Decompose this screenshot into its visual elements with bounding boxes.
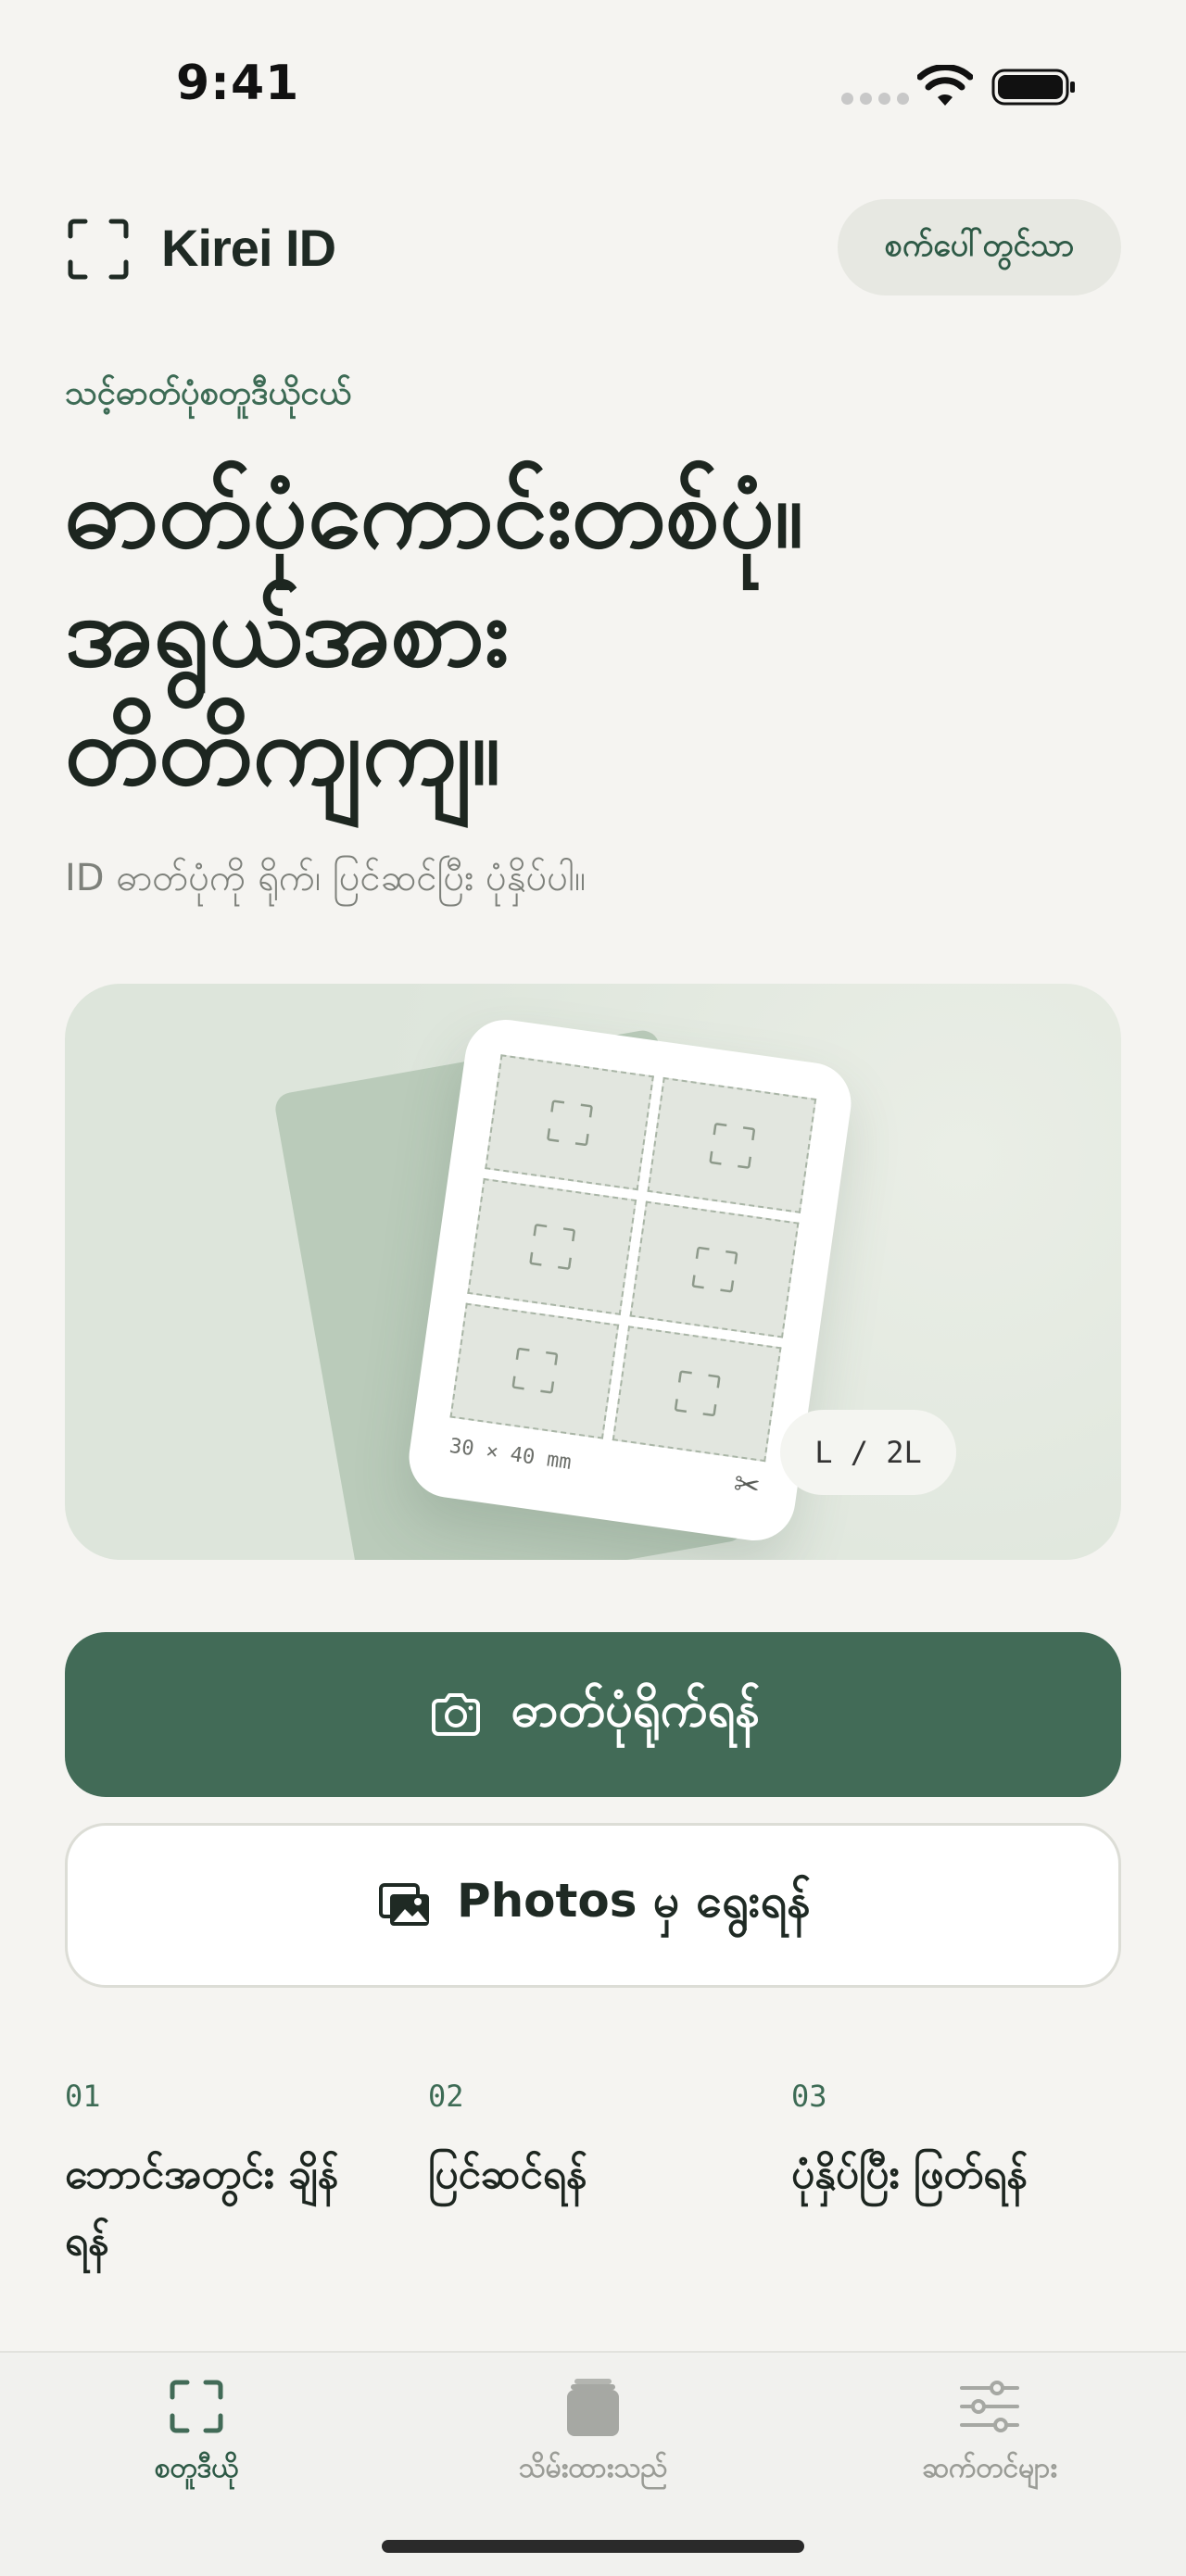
signal-icon bbox=[841, 93, 909, 105]
photo-cell bbox=[647, 1076, 817, 1214]
choose-from-photos-button[interactable]: Photos မှ ရွေးရန် bbox=[65, 1823, 1121, 1988]
step-label: ဘောင်အတွင်း ချိန်ရန် bbox=[65, 2151, 339, 2265]
frame-icon bbox=[691, 1246, 738, 1293]
take-photo-button[interactable]: ဓာတ်ပုံရိုက်ရန် bbox=[65, 1632, 1121, 1797]
frame-icon bbox=[546, 1100, 593, 1146]
size-badge: L / 2L bbox=[780, 1410, 956, 1495]
hero-title-line-1: ဓာတ်ပုံကောင်းတစ်ပုံ။ bbox=[65, 457, 804, 570]
frame-icon bbox=[68, 219, 129, 280]
app-title: Kirei ID bbox=[161, 219, 336, 277]
step-number: 02 bbox=[428, 2079, 464, 2114]
step-item: 01 ဘောင်အတွင်း ချိန်ရန် bbox=[65, 2079, 398, 2275]
tab-studio[interactable]: စတူဒီယို bbox=[57, 2371, 335, 2491]
step-item: 02 ပြင်ဆင်ရန် bbox=[428, 2079, 762, 2208]
status-bar: 9:41 bbox=[0, 0, 1186, 176]
eyebrow-text: သင့်ဓာတ်ပုံစတူဒီယိုငယ် bbox=[65, 374, 352, 412]
frame-icon bbox=[709, 1122, 755, 1169]
choose-from-photos-label: Photos မှ ရွေးရန် bbox=[456, 1873, 812, 1928]
photo-cell bbox=[467, 1178, 637, 1315]
steps-list: 01 ဘောင်အတွင်း ချိန်ရန် 02 ပြင်ဆင်ရန် 03… bbox=[65, 2079, 1121, 2301]
take-photo-label: ဓာတ်ပုံရိုက်ရန် bbox=[511, 1682, 761, 1738]
step-label: ပုံနှိပ်ပြီး ဖြတ်ရန် bbox=[791, 2151, 1028, 2198]
tab-saved-label: သိမ်းထားသည် bbox=[518, 2452, 668, 2484]
print-sheet-illustration: 30 × 40 mm ✂ L / 2L bbox=[65, 984, 1121, 1560]
tab-settings-label: ဆက်တင်များ bbox=[921, 2452, 1058, 2484]
hero-title: ဓာတ်ပုံကောင်းတစ်ပုံ။ အရွယ်အစား တိတိကျကျ။ bbox=[65, 454, 1103, 810]
step-number: 01 bbox=[65, 2079, 101, 2114]
on-device-button[interactable]: စက်ပေါ်တွင်သာ bbox=[838, 199, 1121, 295]
tab-saved[interactable]: သိမ်းထားသည် bbox=[454, 2371, 732, 2491]
frame-icon bbox=[511, 1348, 558, 1394]
sliders-icon bbox=[960, 2381, 1019, 2432]
photos-icon bbox=[378, 1883, 429, 1926]
photo-cell bbox=[485, 1054, 654, 1191]
photo-cell bbox=[449, 1302, 620, 1439]
sheet-size-label: 30 × 40 mm bbox=[448, 1434, 574, 1475]
wifi-icon bbox=[917, 65, 973, 106]
frame-icon bbox=[529, 1224, 575, 1270]
scissors-icon: ✂ bbox=[731, 1464, 763, 1506]
step-number: 03 bbox=[791, 2079, 827, 2114]
tab-studio-label: စတူဒီယို bbox=[154, 2452, 239, 2484]
status-time: 9:41 bbox=[176, 56, 300, 111]
photo-grid bbox=[449, 1054, 817, 1463]
app-header: Kirei ID စက်ပေါ်တွင်သာ bbox=[65, 199, 1121, 301]
frame-icon bbox=[674, 1370, 720, 1417]
hero-title-line-3: တိတိကျကျ။ bbox=[65, 694, 501, 807]
hero-subtitle: ID ဓာတ်ပုံကို ရိုက်၊ ပြင်ဆင်ပြီး ပုံနှိပ… bbox=[65, 857, 587, 899]
home-indicator[interactable] bbox=[382, 2540, 804, 2553]
photo-cell bbox=[612, 1325, 782, 1463]
stack-icon bbox=[567, 2379, 619, 2436]
hero-title-line-2: အရွယ်အစား bbox=[65, 575, 510, 688]
frame-icon bbox=[170, 2380, 223, 2433]
photo-cell bbox=[629, 1200, 800, 1338]
tab-settings[interactable]: ဆက်တင်များ bbox=[851, 2371, 1129, 2491]
step-label: ပြင်ဆင်ရန် bbox=[428, 2151, 587, 2198]
battery-icon bbox=[991, 69, 1075, 106]
camera-icon bbox=[431, 1693, 480, 1736]
step-item: 03 ပုံနှိပ်ပြီး ဖြတ်ရန် bbox=[791, 2079, 1125, 2208]
